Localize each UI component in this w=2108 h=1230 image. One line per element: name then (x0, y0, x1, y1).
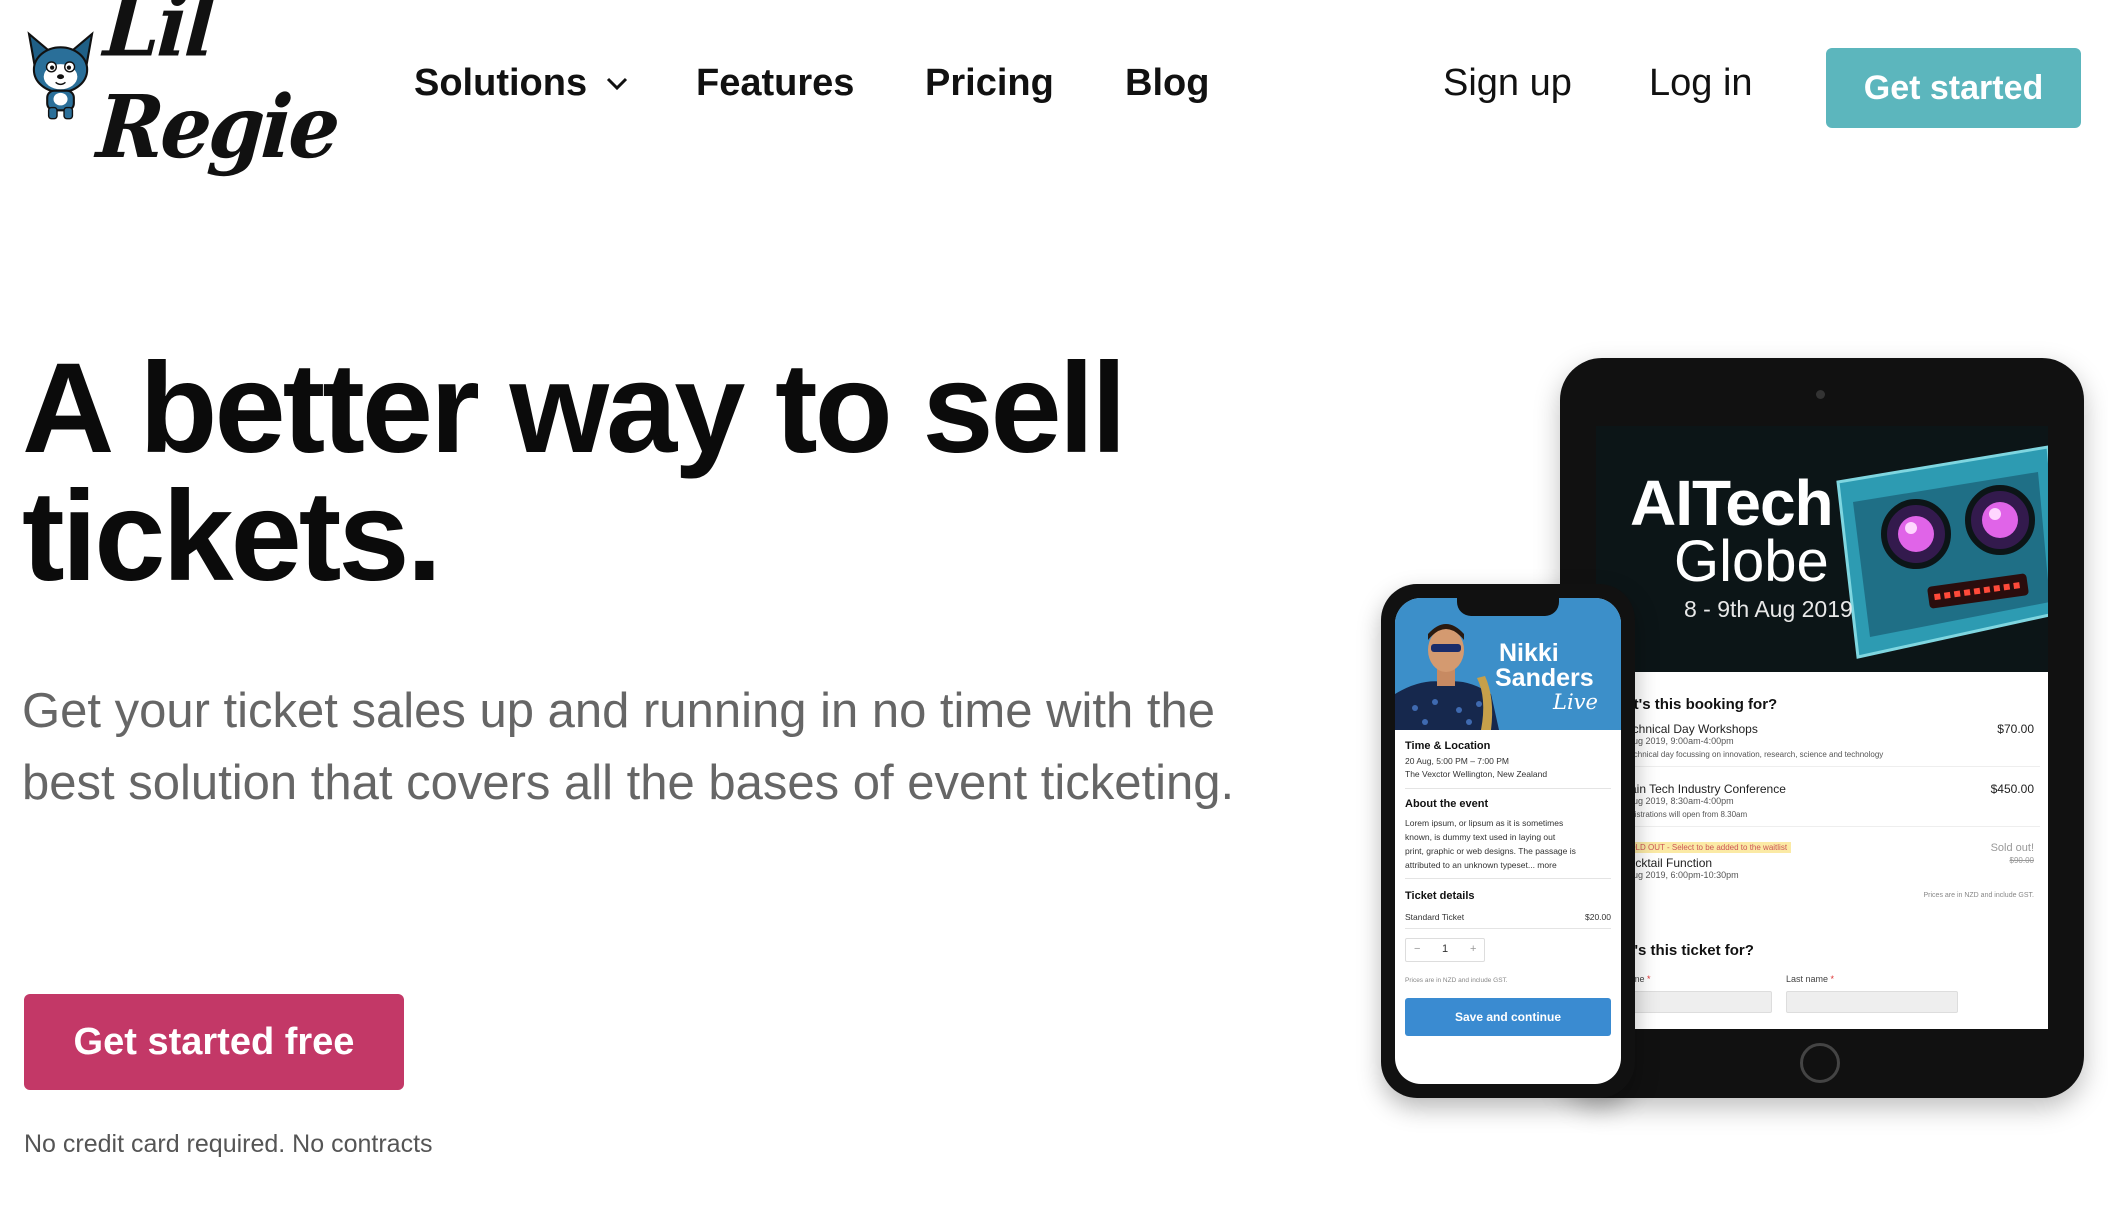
event-location: The Vexctor Wellington, New Zealand (1405, 769, 1548, 779)
ticket-price: $70.00 (1997, 722, 2034, 736)
plus-icon[interactable]: + (1470, 943, 1476, 955)
dog-mascot-icon (27, 30, 94, 119)
nav-pricing[interactable]: Pricing (925, 62, 1054, 105)
artist-name-line-3: Live (1553, 690, 1598, 714)
nav-solutions[interactable]: Solutions (414, 62, 629, 105)
ticket-name: Technical Day Workshops (1620, 722, 1758, 736)
ticket-date: 9 Aug 2019, 8:30am-4:00pm (1620, 796, 1734, 806)
about-text-line: print, graphic or web designs. The passa… (1405, 846, 1576, 856)
event-time: 20 Aug, 5:00 PM – 7:00 PM (1405, 756, 1509, 766)
chevron-down-icon (607, 77, 628, 90)
event-title-line-2: Globe (1674, 529, 1829, 594)
artist-name-line-2: Sanders (1495, 664, 1594, 692)
ticket-details-heading: Ticket details (1405, 890, 1475, 902)
get-started-free-button[interactable]: Get started free (24, 994, 404, 1090)
about-text-line: known, is dummy text used in laying out (1405, 832, 1556, 842)
divider (1602, 826, 2040, 827)
phone-prices-note: Prices are in NZD and include GST. (1405, 977, 1508, 984)
logo-text: Lil Regie (93, 0, 341, 178)
nav-sign-up[interactable]: Sign up (1443, 62, 1572, 105)
minus-icon[interactable]: − (1414, 943, 1420, 955)
nav-log-in[interactable]: Log in (1649, 62, 1753, 105)
robot-head-icon (1836, 445, 2048, 659)
required-marker: * (1647, 974, 1651, 984)
ticket-name: Main Tech Industry Conference (1620, 782, 1786, 796)
event-dates: 8 - 9th Aug 2019 (1684, 596, 1853, 622)
event-banner: AITech Globe 8 - 9th Aug 2019 (1596, 426, 2048, 672)
quantity-value: 1 (1442, 943, 1449, 955)
ticket-price: $450.00 (1990, 782, 2034, 796)
tablet-camera (1816, 390, 1825, 399)
ticket-date: 9 Aug 2019, 6:00pm-10:30pm (1620, 870, 1739, 880)
standard-ticket-label: Standard Ticket (1405, 912, 1465, 922)
tablet-screen: AITech Globe 8 - 9th Aug 2019 What's thi… (1596, 426, 2048, 1029)
time-location-heading: Time & Location (1405, 740, 1491, 752)
ticket-date: 8 Aug 2019, 9:00am-4:00pm (1620, 736, 1734, 746)
nav-blog[interactable]: Blog (1125, 62, 1209, 105)
quantity-stepper[interactable]: − 1 + (1405, 938, 1485, 962)
get-started-button[interactable]: Get started (1826, 48, 2081, 128)
hero-title: A better way to sell tickets. (22, 337, 1127, 608)
ticket-description: A technical day focussing on innovation,… (1620, 750, 1884, 759)
hero-fineprint: No credit card required. No contracts (24, 1130, 433, 1158)
nav-solutions-label: Solutions (414, 62, 588, 104)
ticket-description: Registrations will open from 8.30am (1620, 810, 1748, 819)
nav-features[interactable]: Features (696, 62, 854, 105)
last-name-label-text: Last name (1786, 974, 1829, 984)
artist-banner: Nikki Sanders Live (1395, 598, 1621, 730)
sold-out-status: Sold out! (1990, 842, 2034, 854)
last-name-label: Last name * (1786, 974, 1834, 984)
about-text-line: attributed to an unknown typeset... more (1405, 860, 1557, 870)
last-name-field[interactable] (1786, 991, 1958, 1013)
about-heading: About the event (1405, 798, 1489, 810)
divider (1405, 928, 1611, 929)
old-price: $90.00 (2009, 856, 2034, 865)
artist-name-line-1: Nikki (1499, 639, 1559, 667)
hero-subtitle: Get your ticket sales up and running in … (22, 684, 1235, 810)
divider (1602, 766, 2040, 767)
prices-note: Prices are in NZD and include GST. (1923, 892, 2035, 899)
divider (1405, 878, 1611, 879)
about-text-line: Lorem ipsum, or lipsum as it is sometime… (1405, 818, 1564, 828)
tablet-mockup: AITech Globe 8 - 9th Aug 2019 What's thi… (1560, 358, 2084, 1098)
standard-ticket-price: $20.00 (1585, 912, 1611, 922)
phone-notch (1457, 598, 1559, 616)
sold-out-note: SOLD OUT - Select to be added to the wai… (1620, 842, 1792, 853)
phone-mockup: Nikki Sanders Live Time & Location 20 Au… (1381, 584, 1635, 1098)
tablet-home-button (1800, 1043, 1840, 1083)
save-and-continue-button[interactable]: Save and continue (1405, 998, 1611, 1036)
logo[interactable]: Lil Regie (22, 0, 362, 177)
required-marker: * (1830, 974, 1835, 984)
phone-screen: Nikki Sanders Live Time & Location 20 Au… (1395, 598, 1621, 1084)
divider (1405, 788, 1611, 789)
